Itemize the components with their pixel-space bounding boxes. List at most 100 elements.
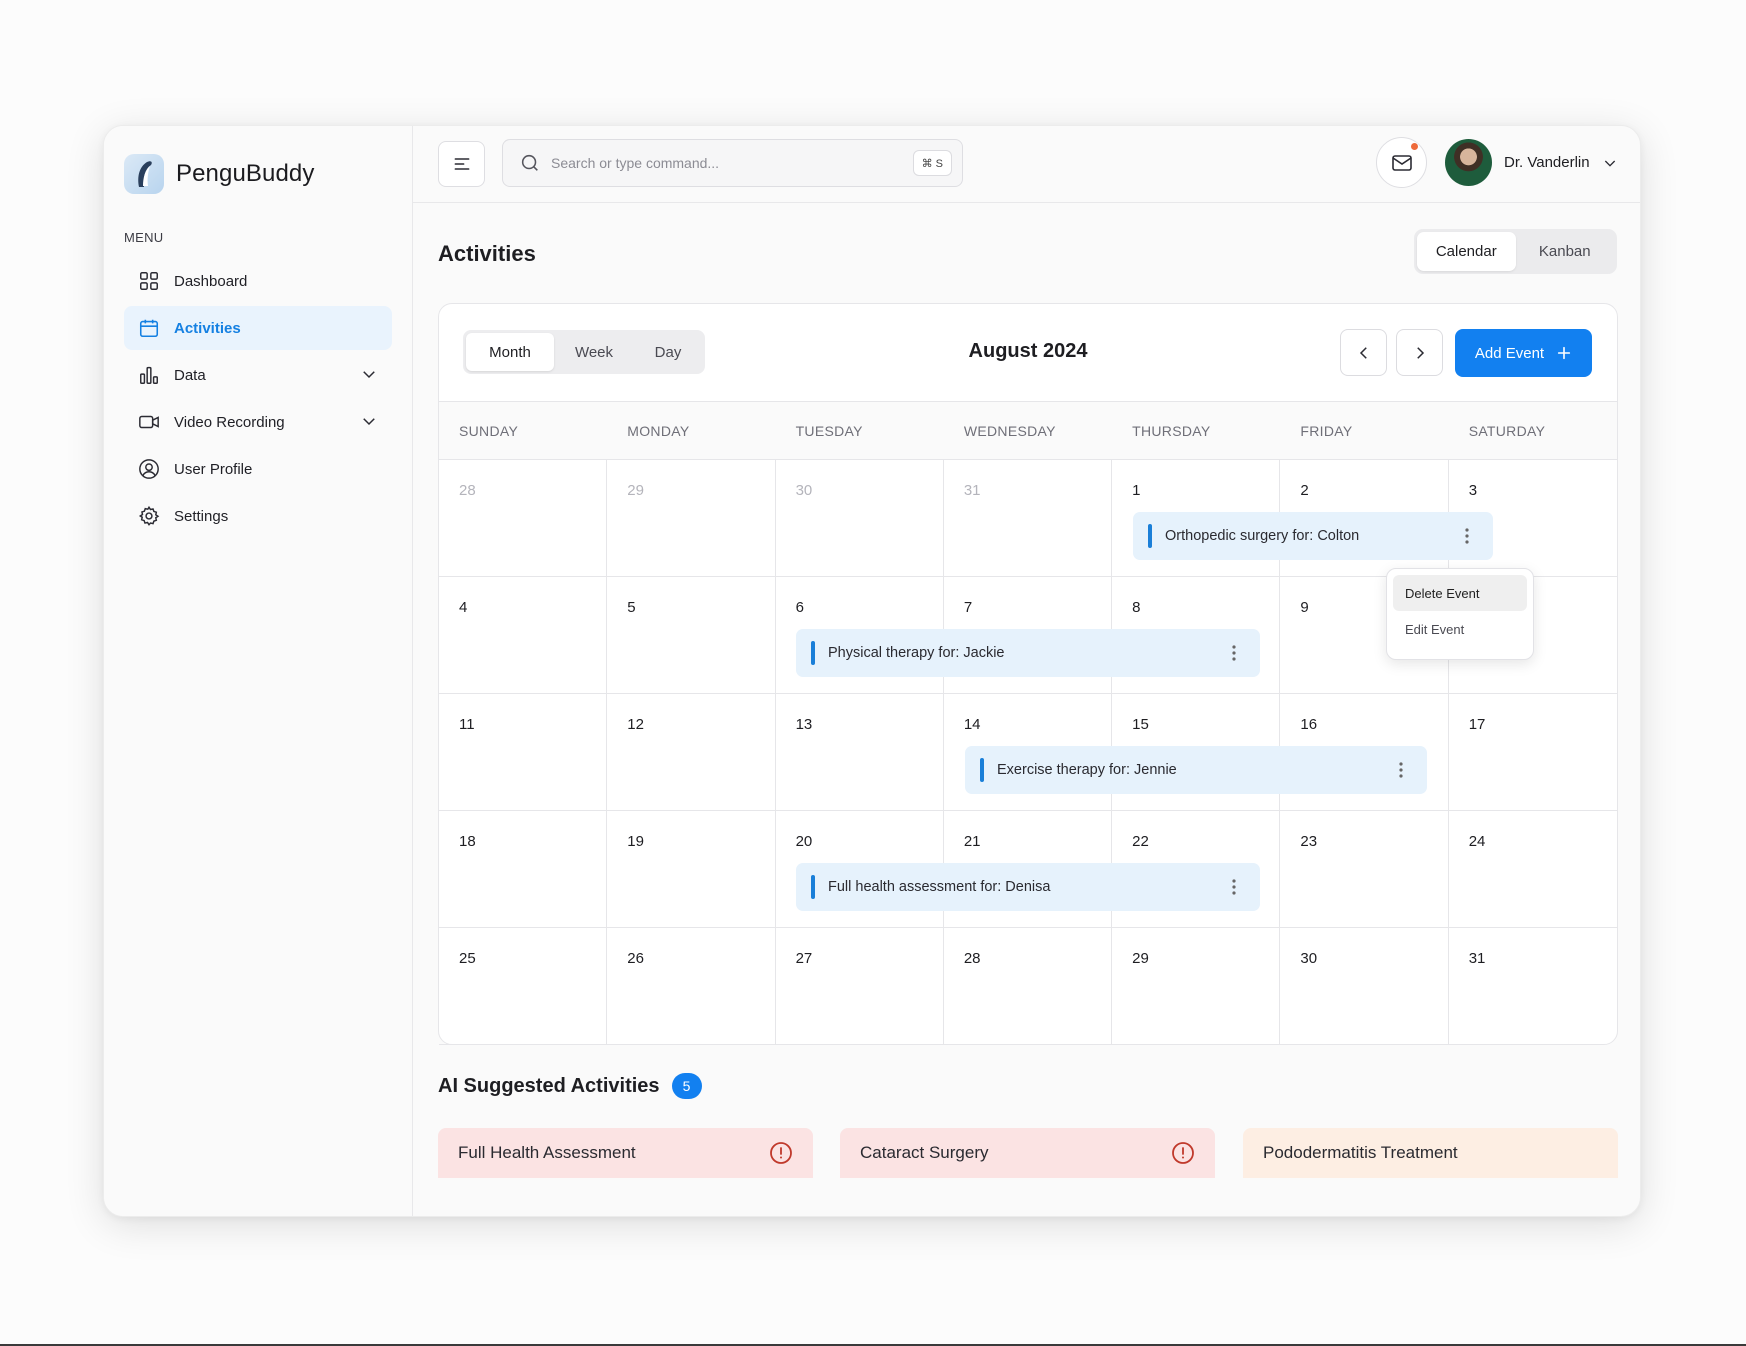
- day-number: 8: [1132, 599, 1141, 616]
- menu-toggle-button[interactable]: [438, 141, 485, 187]
- sidebar-item-user-profile[interactable]: User Profile: [124, 447, 392, 491]
- more-options-icon[interactable]: [1459, 526, 1475, 546]
- day-number: 27: [795, 950, 813, 967]
- day-number: 19: [627, 833, 644, 850]
- more-options-icon[interactable]: [1393, 760, 1409, 780]
- day-number: 29: [1132, 950, 1149, 967]
- calendar-day-cell[interactable]: 28: [943, 928, 1113, 1045]
- calendar-day-cell[interactable]: 18: [439, 811, 608, 928]
- calendar-day-cell[interactable]: 29: [607, 460, 776, 577]
- chevron-left-icon: [1359, 346, 1367, 359]
- day-number: 18: [459, 833, 476, 850]
- sidebar-item-data[interactable]: Data: [124, 353, 392, 397]
- ai-suggestion-card[interactable]: Cataract Surgery: [840, 1128, 1215, 1178]
- penguin-logo-icon: [124, 154, 164, 194]
- calendar-day-cell[interactable]: 28: [439, 460, 608, 577]
- delete-event-menu-item[interactable]: Delete Event: [1393, 575, 1527, 611]
- page-title: Activities: [438, 241, 536, 266]
- day-number: 13: [795, 716, 813, 733]
- calendar-day-cell[interactable]: 24: [1448, 811, 1617, 928]
- more-options-icon[interactable]: [1226, 643, 1242, 663]
- day-number: 25: [459, 950, 476, 967]
- prev-month-button[interactable]: [1340, 329, 1387, 376]
- ai-suggestions-count-badge: 5: [671, 1073, 702, 1099]
- search-bar[interactable]: ⌘ S: [502, 139, 963, 187]
- calendar-header: Month Week Day August 2024 Add Event: [439, 304, 1617, 402]
- sidebar-item-label: Activities: [174, 319, 241, 337]
- chevron-down-icon[interactable]: [360, 365, 378, 383]
- day-number: 21: [963, 833, 981, 850]
- calendar-event[interactable]: Physical therapy for: Jackie: [796, 629, 1260, 677]
- sidebar-item-label: User Profile: [174, 460, 253, 478]
- calendar-day-cell[interactable]: 11: [439, 694, 608, 811]
- tab-kanban[interactable]: Kanban: [1516, 232, 1615, 271]
- calendar-day-cell[interactable]: 31: [1449, 928, 1617, 1045]
- day-number: 31: [1468, 950, 1486, 967]
- day-number: 12: [627, 716, 644, 733]
- grid-icon: [140, 272, 158, 290]
- mail-icon: [1391, 154, 1412, 171]
- edit-event-menu-item[interactable]: Edit Event: [1393, 611, 1527, 647]
- brand[interactable]: PenguBuddy: [124, 154, 392, 194]
- ai-suggestion-label: Cataract Surgery: [860, 1143, 989, 1162]
- user-circle-icon: [139, 459, 159, 479]
- calendar-event[interactable]: Exercise therapy for: Jennie: [965, 746, 1427, 794]
- calendar-day-cell[interactable]: 25: [439, 928, 608, 1045]
- day-number: 22: [1132, 833, 1149, 850]
- chevron-down-icon[interactable]: [360, 412, 378, 430]
- search-shortcut-badge: ⌘ S: [912, 150, 952, 176]
- calendar-day-cell[interactable]: 27: [775, 928, 944, 1045]
- weekday-label: TUESDAY: [795, 422, 863, 439]
- calendar-day-cell[interactable]: 12: [607, 694, 776, 811]
- calendar-event[interactable]: Full health assessment for: Denisa: [796, 863, 1260, 911]
- day-number: 23: [1300, 833, 1318, 850]
- event-label: Physical therapy for: Jackie: [828, 645, 1005, 661]
- day-number: 28: [459, 482, 476, 499]
- video-icon: [139, 415, 159, 429]
- day-number: 1: [1132, 482, 1141, 499]
- weekday-label: FRIDAY: [1300, 422, 1353, 439]
- add-event-button[interactable]: Add Event: [1455, 329, 1592, 377]
- day-number: 17: [1468, 716, 1486, 733]
- menu-label: MENU: [124, 230, 164, 245]
- search-input[interactable]: [551, 155, 881, 171]
- calendar-day-cell[interactable]: 4: [439, 577, 608, 694]
- next-month-button[interactable]: [1396, 329, 1443, 376]
- day-number: 7: [963, 599, 973, 616]
- calendar-day-cell[interactable]: 26: [607, 928, 776, 1045]
- sidebar-item-dashboard[interactable]: Dashboard: [124, 259, 392, 303]
- search-icon: [521, 154, 538, 171]
- calendar-day-cell[interactable]: 17: [1448, 694, 1617, 811]
- warning-icon: [1172, 1142, 1194, 1164]
- day-number: 26: [627, 950, 644, 967]
- calendar-card: Month Week Day August 2024 Add Event SUN…: [438, 303, 1618, 1045]
- calendar-day-cell[interactable]: 31: [943, 460, 1113, 577]
- calendar-event[interactable]: Orthopedic surgery for: Colton: [1133, 512, 1493, 560]
- calendar-day-cell[interactable]: 23: [1280, 811, 1449, 928]
- sidebar: PenguBuddy MENU Dashboard Activities Dat…: [104, 126, 413, 1216]
- calendar-day-cell[interactable]: 30: [1280, 928, 1449, 1045]
- warning-icon: [770, 1142, 792, 1164]
- calendar-day-cell[interactable]: 29: [1112, 928, 1281, 1045]
- chevron-right-icon: [1416, 346, 1424, 359]
- weekday-header-row: SUNDAY MONDAY TUESDAY WEDNESDAY THURSDAY…: [439, 402, 1617, 460]
- sidebar-item-settings[interactable]: Settings: [124, 494, 392, 538]
- calendar-day-cell[interactable]: 5: [607, 577, 776, 694]
- calendar-day-cell[interactable]: 19: [607, 811, 776, 928]
- calendar-grid: 2829303112345678910111213141516171819202…: [439, 460, 1617, 1045]
- messages-button[interactable]: [1376, 137, 1427, 188]
- weekday-label: SUNDAY: [459, 422, 519, 439]
- user-menu[interactable]: Dr. Vanderlin: [1445, 139, 1618, 186]
- more-options-icon[interactable]: [1226, 877, 1242, 897]
- calendar-day-cell[interactable]: 30: [775, 460, 944, 577]
- day-number: 9: [1300, 599, 1309, 616]
- sidebar-item-activities[interactable]: Activities: [124, 306, 392, 350]
- ai-suggestion-card[interactable]: Pododermatitis Treatment: [1243, 1128, 1618, 1178]
- topbar: ⌘ S Dr. Vanderlin: [413, 126, 1640, 203]
- day-number: 20: [795, 833, 813, 850]
- day-number: 30: [1300, 950, 1318, 967]
- calendar-day-cell[interactable]: 13: [775, 694, 944, 811]
- sidebar-item-video-recording[interactable]: Video Recording: [124, 400, 392, 444]
- tab-calendar[interactable]: Calendar: [1417, 232, 1516, 271]
- ai-suggestion-card[interactable]: Full Health Assessment: [438, 1128, 813, 1178]
